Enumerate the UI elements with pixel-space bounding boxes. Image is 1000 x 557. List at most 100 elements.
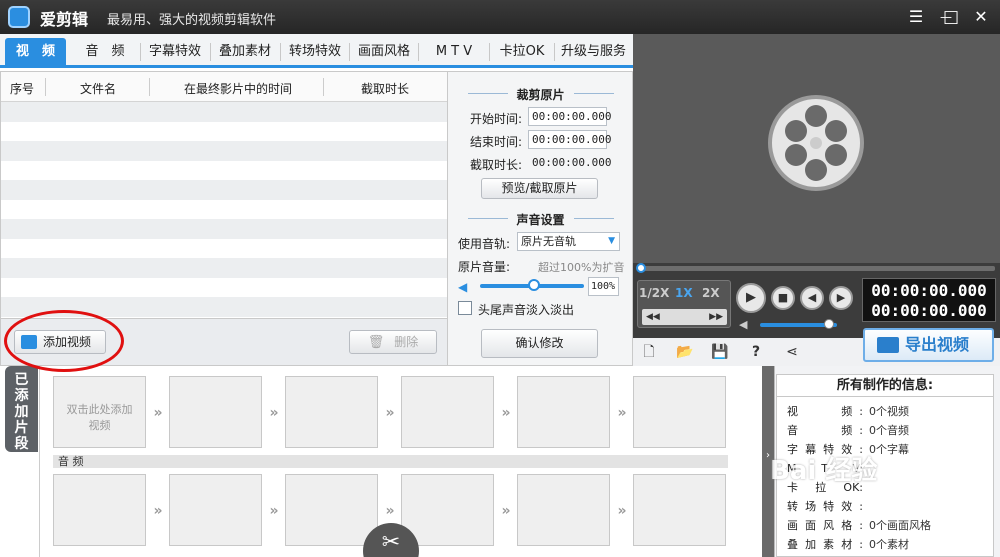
reel-hole [785,120,807,142]
audio-slot[interactable] [633,474,726,546]
tab-separator [280,43,281,61]
close-button[interactable]: ✕ [970,6,992,28]
speed-half-button[interactable]: 1/2X [639,286,669,300]
export-icon [877,337,899,353]
save-icon[interactable]: 💾 [711,344,729,360]
column-filename[interactable]: 文件名 [80,80,116,97]
volume-slider-knob[interactable] [528,279,540,291]
info-value: 0个音频 [869,424,909,437]
tab-audio[interactable]: 音 频 [72,38,138,65]
next-frame-button[interactable]: ▶ [829,286,853,310]
video-slot[interactable] [517,376,610,448]
info-value: 0个素材 [869,538,909,551]
add-video-slot[interactable]: 双击此处添加视频 [53,376,146,448]
video-slot[interactable] [169,376,262,448]
table-row [1,200,447,220]
maximize-button[interactable]: □ [940,6,962,28]
video-slot[interactable] [633,376,726,448]
info-row: 画面风格: 0个画面风格 [787,517,987,535]
tab-transitions[interactable]: 转场特效 [282,38,348,65]
column-separator [149,78,150,96]
reel-hole [825,120,847,142]
duration-label: 截取时长: [470,158,523,172]
file-list-header: 序号 文件名 在最终影片中的时间 截取时长 [1,72,447,102]
audio-track-select[interactable]: 原片无音轨 ▼ [517,232,620,251]
info-row: 叠加素材: 0个素材 [787,536,987,554]
end-time-field[interactable]: 00:00:00.000 [528,130,611,149]
tab-mtv[interactable]: M T V [420,38,488,65]
previous-frame-button[interactable]: ◀ [800,286,824,310]
audio-slot[interactable] [53,474,146,546]
tab-bar: 视 频 音 频 字幕特效 叠加素材 转场特效 画面风格 M T V 卡拉OK 升… [0,34,633,68]
column-index[interactable]: 序号 [10,80,34,97]
chevron-right-icon: » [269,503,279,519]
audio-track-header: 音 频 [53,455,728,468]
volume-hint: 超过100%为扩音 [538,261,625,274]
tab-separator [210,43,211,61]
help-icon[interactable]: ? [747,344,765,360]
add-video-slot-text: 双击此处添加视频 [66,403,133,432]
column-clip-duration[interactable]: 截取时长 [361,80,409,97]
speaker-icon[interactable]: ◀ [739,318,747,331]
share-icon[interactable]: ⋖ [783,344,801,360]
added-clips-tab[interactable]: 已添加片段 [5,366,38,452]
chevron-right-icon: » [617,503,627,519]
chevron-right-icon: » [501,405,511,421]
tab-picture-style[interactable]: 画面风格 [351,38,417,65]
speed-normal-button[interactable]: 1X [675,286,693,300]
reel-hole [805,159,827,181]
chevron-right-icon: » [153,405,163,421]
tab-karaoke[interactable]: 卡拉OK [491,38,553,65]
chevron-right-icon: » [153,503,163,519]
current-timecode: 00:00:00.000 [871,281,987,300]
file-list[interactable]: 序号 文件名 在最终影片中的时间 截取时长 [0,71,448,319]
progress-knob[interactable] [636,263,646,273]
audio-slot[interactable] [169,474,262,546]
table-row [1,141,447,161]
play-button[interactable]: ▶ [736,283,766,313]
scissors-icon[interactable]: ✂ [363,523,419,557]
fade-checkbox[interactable] [458,301,472,315]
annotation-circle [4,310,124,372]
start-time-field[interactable]: 00:00:00.000 [528,107,611,126]
table-row [1,180,447,200]
delete-button[interactable]: 🗑 删除 [349,330,437,354]
video-slot[interactable] [401,376,494,448]
trim-title: 裁剪原片 [516,88,565,102]
export-video-button[interactable]: 导出视频 [863,328,994,362]
open-folder-icon[interactable]: 📂 [676,344,694,360]
info-row: 音 频: 0个音频 [787,422,987,440]
start-time-label: 开始时间: [470,112,523,126]
tab-video[interactable]: 视 频 [5,38,66,65]
speaker-icon: ◀ [458,280,468,294]
menu-icon[interactable]: ☰ [905,6,927,28]
divider [574,93,614,94]
stop-button[interactable]: ■ [771,286,795,310]
info-value: 0个视频 [869,405,909,418]
reel-hole [825,144,847,166]
table-row [1,278,447,298]
step-forward-icon[interactable]: ▶▶ [709,309,723,325]
tab-overlay[interactable]: 叠加素材 [212,38,278,65]
preview-trim-button[interactable]: 预览/截取原片 [481,178,598,199]
column-time-in-movie[interactable]: 在最终影片中的时间 [184,80,292,97]
reel-hole [785,144,807,166]
confirm-button[interactable]: 确认修改 [481,329,598,358]
column-separator [323,78,324,96]
speed-double-button[interactable]: 2X [702,286,720,300]
baidu-watermark: Bai 经验 [770,456,878,486]
tab-upgrade[interactable]: 升级与服务 [556,38,631,65]
progress-track[interactable] [638,266,995,271]
video-slot[interactable] [285,376,378,448]
step-back-icon[interactable]: ◀◀ [646,312,660,322]
audio-slot[interactable] [517,474,610,546]
timecode-display: 00:00:00.000 00:00:00.000 [862,278,996,322]
info-key: 画面风格: [787,519,863,532]
new-project-icon[interactable]: 🗋 [640,344,658,360]
reel-hole [805,105,827,127]
frame-step-bar[interactable]: ◀◀ ▶▶ [642,309,727,325]
chevron-right-icon: » [501,503,511,519]
volume-value-field[interactable]: 100% [588,277,619,296]
tab-subtitle-effects[interactable]: 字幕特效 [142,38,208,65]
added-clips-label: 已添加片段 [14,372,29,452]
